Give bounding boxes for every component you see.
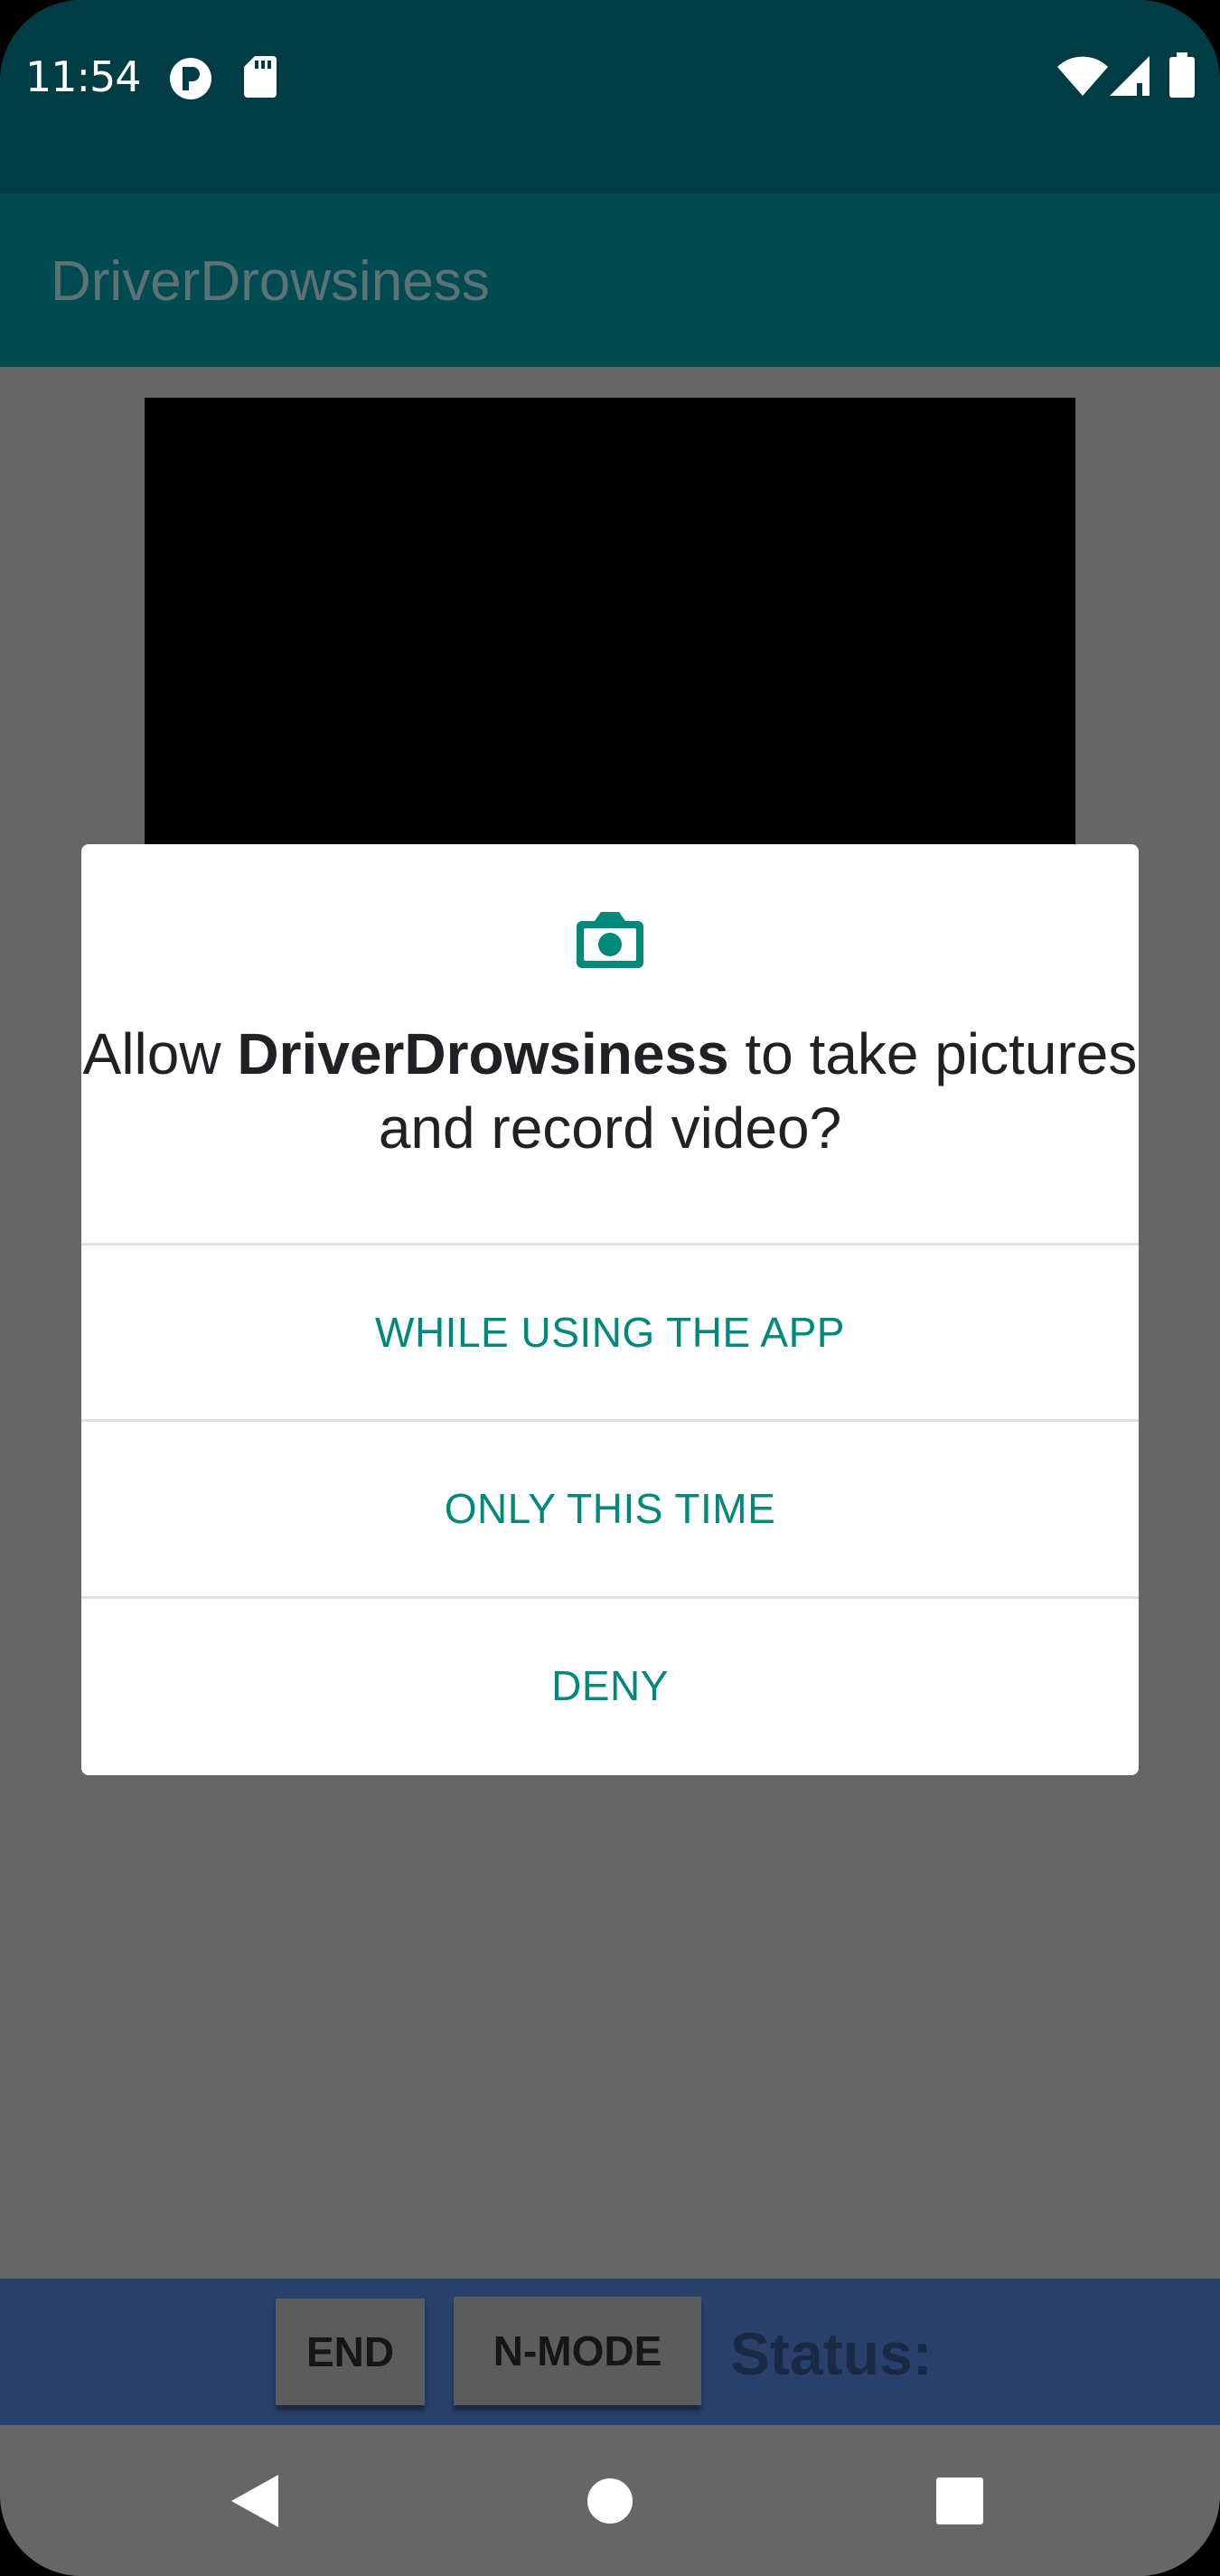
camera-preview bbox=[145, 398, 1075, 850]
n-mode-button[interactable]: N-MODE bbox=[454, 2297, 701, 2405]
deny-button[interactable]: DENY bbox=[81, 1599, 1139, 1772]
dialog-title: Allow DriverDrowsiness to take pictures … bbox=[81, 1017, 1139, 1165]
navigation-bar bbox=[0, 2425, 1220, 2576]
wifi-icon bbox=[1057, 56, 1108, 99]
status-label: Status: bbox=[730, 2320, 933, 2387]
status-time: 11:54 bbox=[25, 52, 142, 101]
camera-icon bbox=[577, 908, 643, 972]
status-bar: 11:54 bbox=[0, 0, 1220, 193]
while-using-app-button[interactable]: WHILE USING THE APP bbox=[81, 1246, 1139, 1419]
recents-icon[interactable] bbox=[936, 2477, 983, 2528]
dialog-title-prefix: Allow bbox=[82, 1021, 238, 1086]
app-title: DriverDrowsiness bbox=[51, 250, 490, 313]
battery-icon bbox=[1169, 52, 1195, 101]
only-this-time-button[interactable]: ONLY THIS TIME bbox=[81, 1422, 1139, 1595]
signal-icon bbox=[1110, 56, 1150, 99]
sd-card-icon bbox=[244, 56, 277, 101]
back-icon[interactable] bbox=[231, 2475, 278, 2531]
home-icon[interactable] bbox=[587, 2477, 633, 2528]
end-button[interactable]: END bbox=[276, 2299, 425, 2405]
dialog-title-app: DriverDrowsiness bbox=[237, 1021, 729, 1086]
circle-p-icon bbox=[168, 56, 213, 105]
